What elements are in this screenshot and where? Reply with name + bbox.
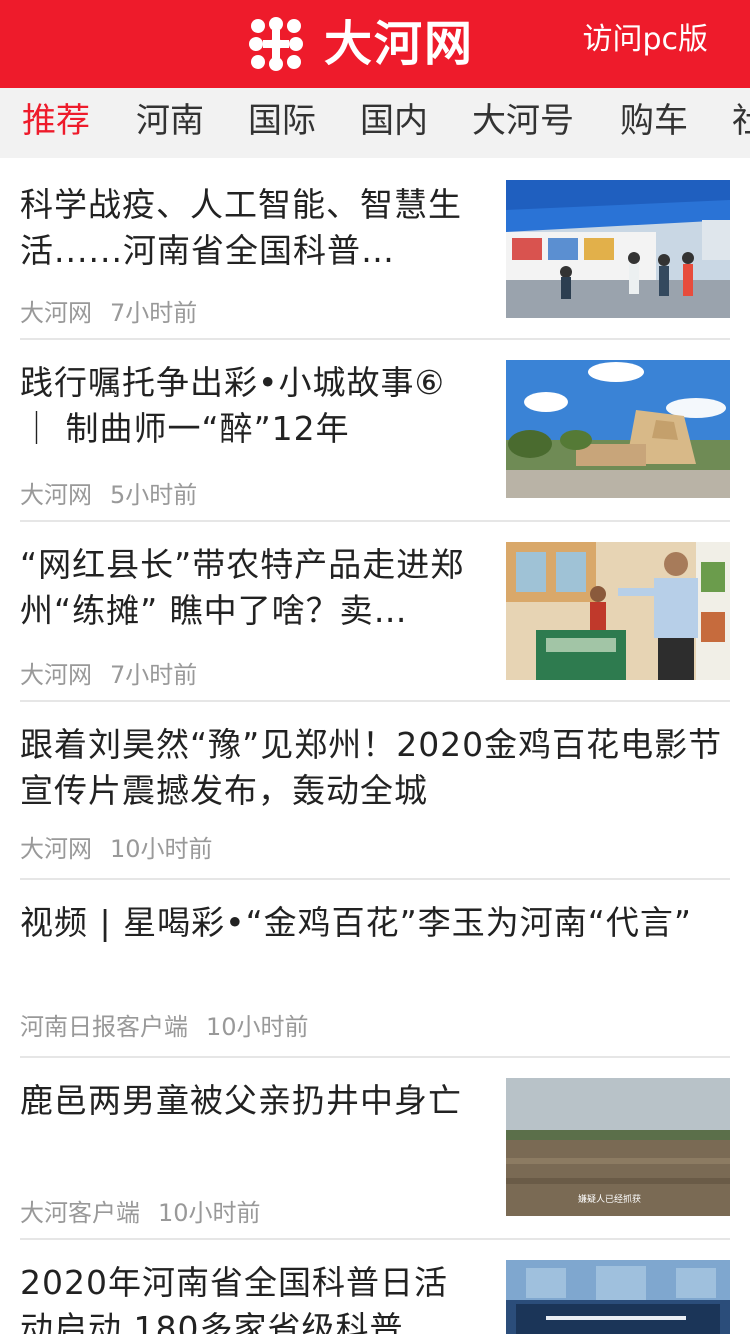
field-photo: 嫌疑人已经抓获 [506,1078,730,1216]
site-logo[interactable]: 大河网 [246,12,474,76]
top-bar: 大河网 访问pc版 [0,0,750,88]
tab-henan[interactable]: 河南 [136,88,204,158]
tab-car[interactable]: 购车 [620,88,688,158]
news-source: 河南日报客户端 [20,1013,188,1041]
news-thumbnail[interactable]: 嫌疑人已经抓获 [506,1078,730,1216]
news-source: 大河客户端 [20,1199,140,1227]
news-meta: 大河网 10小时前 [20,834,213,864]
photo-caption: 嫌疑人已经抓获 [578,1193,641,1204]
news-thumbnail[interactable] [506,180,730,318]
news-title[interactable]: 2020年河南省全国科普日活动启动 180多家省级科普… [20,1260,480,1334]
news-source: 大河网 [20,661,92,689]
news-time: 7小时前 [110,661,198,689]
news-meta: 大河客户端 10小时前 [20,1198,261,1228]
visit-pc-link[interactable]: 访问pc版 [582,18,708,62]
tab-society[interactable]: 社 [732,88,750,158]
news-item[interactable]: 2020年河南省全国科普日活动启动 180多家省级科普… [20,1240,730,1334]
expo-tents-photo [506,180,730,318]
news-title[interactable]: 践行嘱托争出彩•小城故事⑥ ｜ 制曲师一“醉”12年 [20,360,480,452]
news-title[interactable]: 跟着刘昊然“豫”见郑州！2020金鸡百花电影节宣传片震撼发布，轰动全城 [20,722,730,814]
news-item[interactable]: 跟着刘昊然“豫”见郑州！2020金鸡百花电影节宣传片震撼发布，轰动全城 大河网 1… [20,702,730,880]
market-stall-photo [506,542,730,680]
news-item[interactable]: 鹿邑两男童被父亲扔井中身亡 大河客户端 10小时前 嫌疑人已经抓获 [20,1058,730,1240]
news-time: 10小时前 [158,1199,261,1227]
news-title[interactable]: 鹿邑两男童被父亲扔井中身亡 [20,1078,480,1170]
news-meta: 大河网 7小时前 [20,660,197,690]
tab-dahe-account[interactable]: 大河号 [472,88,574,158]
news-item[interactable]: “网红县长”带农特产品走进郑州“练摊” 瞧中了啥？卖… 大河网 7小时前 [20,522,730,702]
news-time: 7小时前 [110,299,198,327]
tab-recommend[interactable]: 推荐 [22,88,90,158]
news-time: 10小时前 [110,835,213,863]
news-meta: 大河网 5小时前 [20,480,197,510]
stage-photo [506,1260,730,1334]
tab-international[interactable]: 国际 [248,88,316,158]
news-meta: 河南日报客户端 10小时前 [20,1012,309,1042]
news-title[interactable]: 科学战疫、人工智能、智慧生活......河南省全国科普… [20,182,480,274]
tab-domestic[interactable]: 国内 [360,88,428,158]
news-title[interactable]: “网红县长”带农特产品走进郑州“练摊” 瞧中了啥？卖… [20,542,480,634]
news-item[interactable]: 视频 | 星喝彩•“金鸡百花”李玉为河南“代言” 河南日报客户端 10小时前 [20,880,730,1058]
news-time: 10小时前 [206,1013,309,1041]
building-sky-photo [506,360,730,498]
news-thumbnail[interactable] [506,542,730,680]
news-meta: 大河网 7小时前 [20,298,197,328]
channel-tabs: 推荐 河南 国际 国内 大河号 购车 社 [0,88,750,158]
news-source: 大河网 [20,481,92,509]
news-source: 大河网 [20,299,92,327]
news-item[interactable]: 践行嘱托争出彩•小城故事⑥ ｜ 制曲师一“醉”12年 大河网 5小时前 [20,340,730,522]
news-title[interactable]: 视频 | 星喝彩•“金鸡百花”李玉为河南“代言” [20,900,730,992]
logo-dots-icon [249,17,303,71]
logo-text: 大河网 [324,16,475,72]
news-thumbnail[interactable] [506,1260,730,1334]
news-thumbnail[interactable] [506,360,730,498]
news-source: 大河网 [20,835,92,863]
news-time: 5小时前 [110,481,198,509]
news-item[interactable]: 科学战疫、人工智能、智慧生活......河南省全国科普… 大河网 7小时前 [20,158,730,340]
